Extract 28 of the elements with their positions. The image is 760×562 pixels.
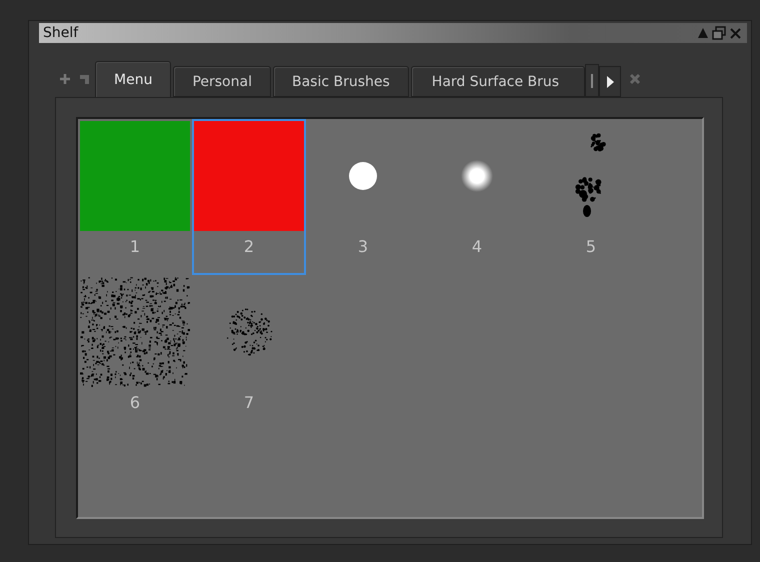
noise-brush-icon (80, 277, 190, 387)
brush-number: 2 (244, 237, 254, 256)
brush-number: 7 (244, 393, 254, 412)
brush-item[interactable]: 6 (78, 275, 192, 431)
brush-number: 5 (586, 237, 596, 256)
brush-item[interactable]: 5 (534, 119, 648, 275)
brush-item[interactable]: 7 (192, 275, 306, 431)
brush-item[interactable]: 2 (192, 119, 306, 275)
scroll-right-button[interactable] (598, 66, 621, 97)
brush-item[interactable]: 3 (306, 119, 420, 275)
window-title: Shelf (43, 25, 80, 41)
tab-stub[interactable] (584, 64, 599, 97)
round-brush-icon (348, 161, 378, 191)
tab[interactable]: Basic Brushes (272, 66, 409, 97)
right-arrow-icon (604, 74, 615, 88)
speckle-brush-icon (224, 307, 274, 357)
brush-item[interactable]: 1 (78, 119, 192, 275)
brush-number: 3 (358, 237, 368, 256)
soft-brush-icon (461, 160, 493, 192)
brush-number: 1 (130, 237, 140, 256)
restore-icon[interactable] (711, 25, 727, 41)
tab[interactable]: Menu (95, 61, 172, 97)
brush-item[interactable]: 4 (420, 119, 534, 275)
tab[interactable]: Hard Surface Brus (410, 66, 585, 97)
brush-number: 6 (130, 393, 140, 412)
bar-icon (590, 74, 593, 88)
brush-number: 4 (472, 237, 482, 256)
tab[interactable]: Personal (173, 66, 271, 97)
